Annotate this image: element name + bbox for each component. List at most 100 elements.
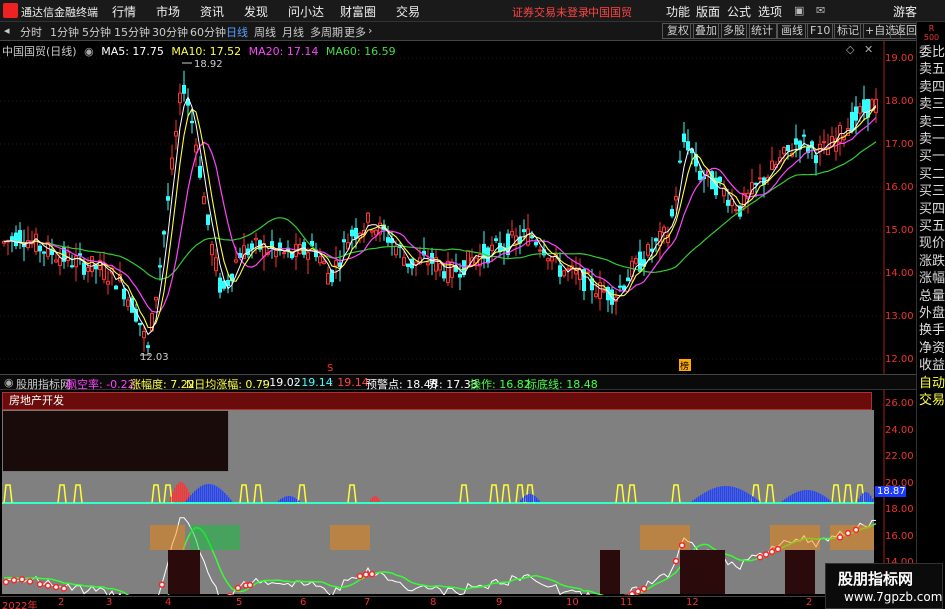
histogram-bar [718,486,720,502]
order-panel-item[interactable]: 卖一 [919,131,945,148]
menu-quotes[interactable]: 行情 [112,3,136,20]
toolbar-left-arrow-icon[interactable]: ◂ [4,24,10,37]
order-panel-item[interactable]: 涨跌 [919,253,945,270]
order-panel-item[interactable]: 净资 [919,340,945,357]
candle-body [306,252,310,260]
sector-bar[interactable]: 房地产开发 [2,392,872,410]
histogram-bar [284,496,286,502]
menu-ask[interactable]: 问小达 [288,3,324,20]
histogram-bar [864,492,866,502]
period-weekly[interactable]: 周线 [254,24,276,40]
histogram-bar [180,482,182,502]
histogram-bar [738,488,740,502]
signal-zone [330,525,370,550]
candle-body [794,138,798,145]
order-panel-item[interactable]: 卖三 [919,96,945,113]
chart-close-icon[interactable]: ✕ [864,43,873,56]
candle-body [406,263,410,267]
signal-dot [226,592,234,595]
p2-tick: 22.00 [885,451,914,462]
histogram-bar [522,497,524,502]
period-daily[interactable]: 日线 [226,24,248,40]
more-chevron-icon[interactable]: › [368,24,372,37]
order-panel-item[interactable]: 买五 [919,218,945,235]
period-30min[interactable]: 30分钟 [152,24,188,40]
candle-body [86,267,90,272]
dark-zone [168,550,200,594]
trade-login-warning[interactable]: 证券交易未登录 [512,4,589,20]
candle-body [566,268,570,271]
candle-body [126,299,130,307]
candle-body [370,230,374,233]
order-panel-item[interactable]: 总量 [919,288,945,305]
menu-function[interactable]: 功能 [666,3,690,20]
candle-body [866,99,870,118]
candle-body [538,249,542,252]
histogram-bar [200,486,202,502]
skin-icon[interactable]: ▣ [794,4,804,17]
menu-layout[interactable]: 版面 [696,3,720,20]
candle-body [718,176,722,182]
indicator-settings-icon[interactable]: ◉ [4,376,14,389]
order-panel-item[interactable]: 现价 [919,235,945,252]
date-label: 3 [106,597,113,608]
signal-dot [2,578,10,586]
period-monthly[interactable]: 月线 [282,24,304,40]
signal-dot [762,551,770,558]
period-15min[interactable]: 15分钟 [114,24,150,40]
period-1min[interactable]: 1分钟 [50,24,79,40]
order-panel-item[interactable]: 买三 [919,183,945,200]
order-panel-item[interactable]: 委比 [919,44,945,61]
badge-number: 500 [923,33,940,42]
kline-chart[interactable]: 18.92 12.03 S 榜 ◇ ✕ [0,41,885,374]
histogram-bar [722,486,724,502]
period-5min[interactable]: 5分钟 [82,24,111,40]
histogram-bar [758,500,760,502]
signal-dot [844,529,852,537]
period-more[interactable]: 更多 [344,24,366,40]
period-fenshi[interactable]: 分时 [20,24,42,40]
histogram-bar [296,499,298,502]
order-panel-item[interactable]: 卖四 [919,79,945,96]
menu-formula[interactable]: 公式 [727,3,751,20]
histogram-bar [826,497,828,502]
order-panel-item[interactable]: 交易 [919,392,945,409]
order-panel-item[interactable]: 卖二 [919,114,945,131]
menu-news[interactable]: 资讯 [200,3,224,20]
histogram-bar [706,491,708,502]
candle-body [342,239,346,243]
candle-body [166,196,170,201]
ma-settings-icon[interactable]: ◉ [84,45,94,58]
candle-body [162,231,166,235]
histogram-bar [792,494,794,502]
period-60min[interactable]: 60分钟 [190,24,226,40]
order-panel-item[interactable]: 卖五 [919,61,945,78]
candle-body [386,237,390,243]
btn-stats[interactable]: 统计 [746,23,778,39]
guest-login[interactable]: 游客 [893,3,917,20]
order-panel-item[interactable]: 换手 [919,322,945,339]
signal-dot [52,583,60,591]
chart-settings-icon[interactable]: ◇ [846,43,855,56]
candle-body [402,257,406,266]
order-panel-item[interactable]: 涨幅 [919,270,945,287]
candle-body [758,177,762,180]
order-panel-item[interactable]: 买二 [919,166,945,183]
menu-market[interactable]: 市场 [156,3,180,20]
order-panel-item[interactable]: 买一 [919,148,945,165]
menu-discover[interactable]: 发现 [244,3,268,20]
histogram-bar [530,494,532,502]
order-panel-item[interactable]: 收益 [919,357,945,374]
histogram-bar [210,484,212,502]
message-icon[interactable]: ✉ [816,4,825,17]
candle-body [14,232,18,247]
order-panel-item[interactable]: 买四 [919,201,945,218]
period-multi[interactable]: 多周期 [310,24,343,40]
menu-trade[interactable]: 交易 [396,3,420,20]
btn-f10[interactable]: F10 [805,23,836,39]
menu-wealth[interactable]: 财富圈 [340,3,376,20]
menu-options[interactable]: 选项 [758,3,782,20]
btn-draw[interactable]: 画线 [776,23,808,39]
order-panel-item[interactable]: 自动 [919,375,945,392]
order-panel-item[interactable]: 外盘 [919,305,945,322]
